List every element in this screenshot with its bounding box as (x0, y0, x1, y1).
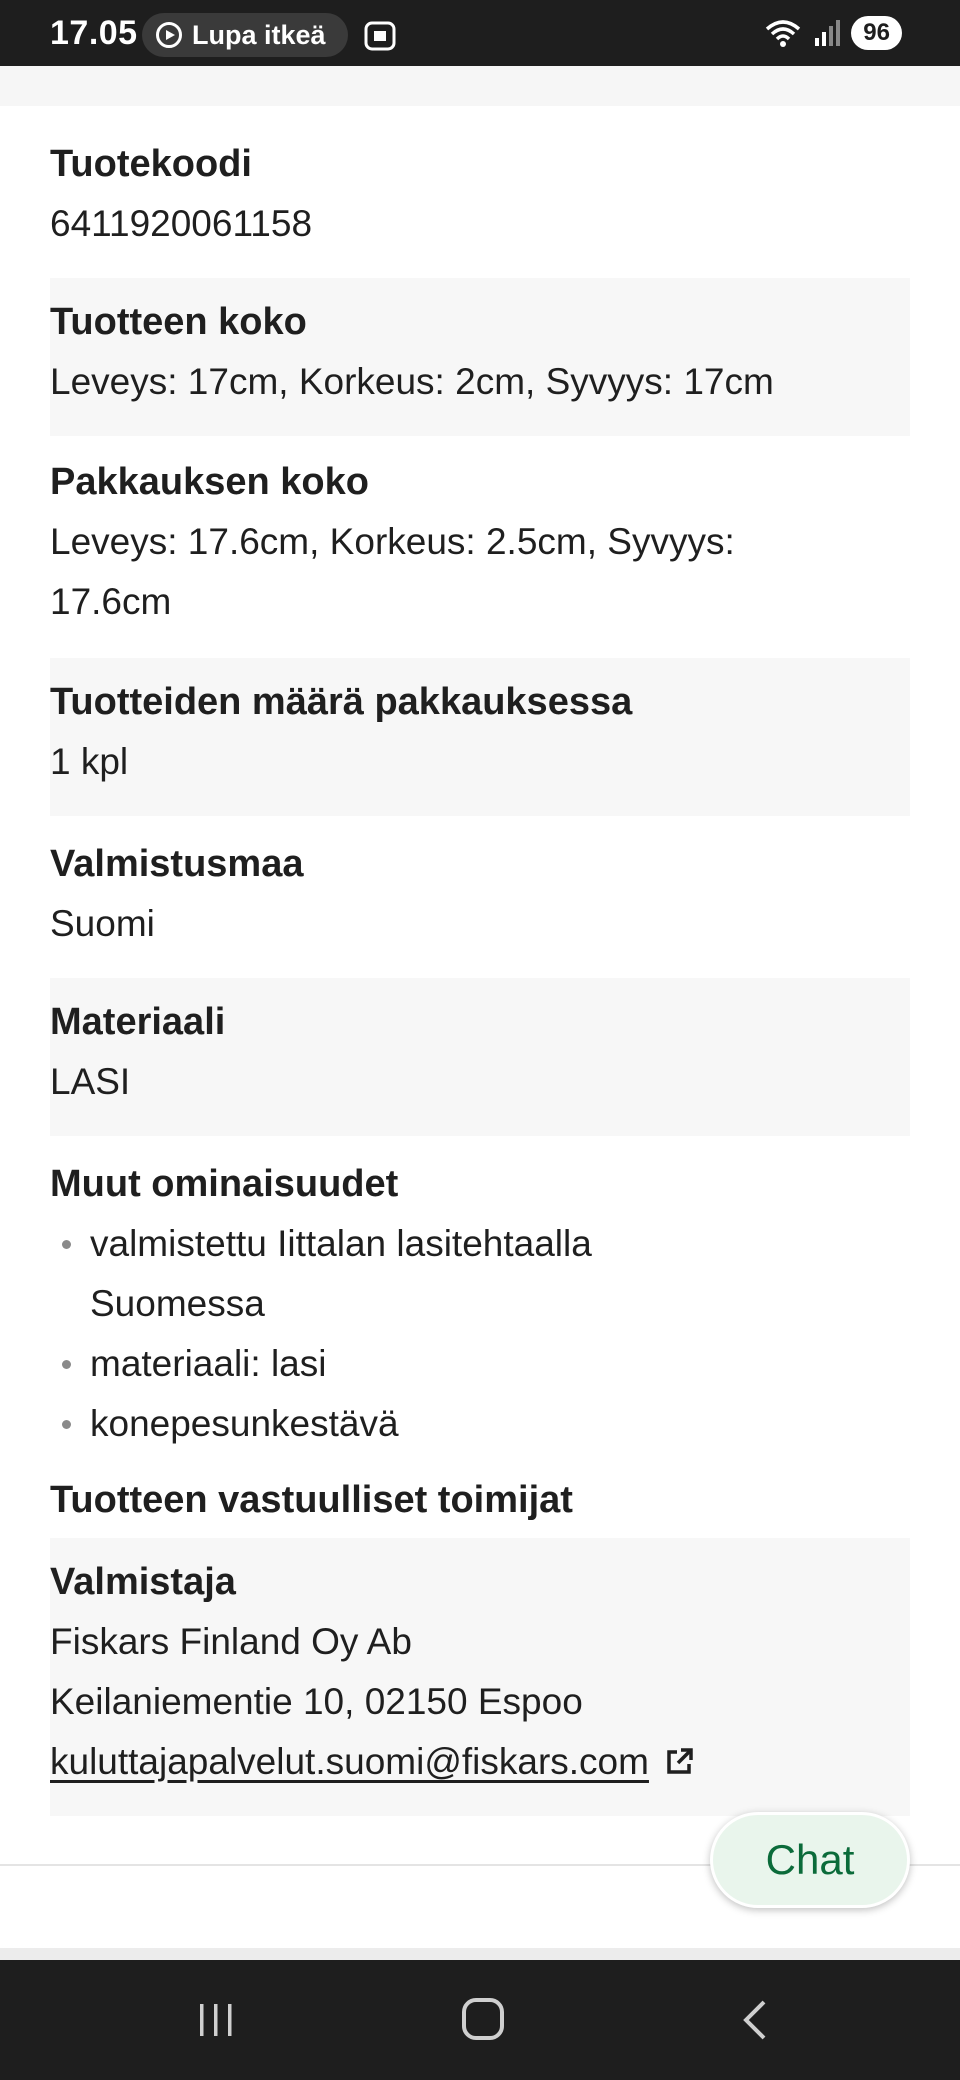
status-bar: 17.05 Lupa itkeä 96 (0, 0, 960, 66)
signal-icon (815, 20, 841, 46)
manufacturer-company: Fiskars Finland Oy Ab (50, 1621, 412, 1662)
manufacturer-role: Valmistaja (50, 1561, 236, 1603)
detail-label: Muut ominaisuudet (50, 1163, 399, 1205)
detail-label: Tuotteen koko (50, 301, 307, 343)
notification-pill-label: Lupa itkeä (192, 19, 326, 50)
detail-other-features: Muut ominaisuudet valmistettu Iittalan l… (50, 1154, 910, 1454)
detail-value-cont: 17.6cm (50, 581, 172, 622)
detail-product-size: Tuotteen koko Leveys: 17cm, Korkeus: 2cm… (50, 278, 910, 436)
list-item: konepesunkestävä (50, 1394, 910, 1454)
back-icon[interactable] (738, 1998, 770, 2042)
manufacturer-address: Keilaniementie 10, 02150 Espoo (50, 1681, 583, 1722)
page-top-strip (0, 66, 960, 106)
chat-button[interactable]: Chat (710, 1812, 910, 1908)
wifi-icon (766, 20, 801, 47)
battery-level: 96 (851, 16, 902, 50)
detail-label: Tuotekoodi (50, 143, 252, 185)
status-icons: 96 (763, 16, 902, 50)
list-item: materiaali: lasi (50, 1334, 910, 1394)
detail-value: LASI (50, 1061, 131, 1102)
detail-package-size: Pakkauksen koko Leveys: 17.6cm, Korkeus:… (50, 452, 910, 652)
screenshot-icon (364, 21, 396, 51)
responsible-heading-wrap: Tuotteen vastuulliset toimijat (50, 1470, 910, 1530)
list-item: valmistettu Iittalan lasitehtaalla Suome… (50, 1214, 910, 1334)
detail-value: Leveys: 17cm, Korkeus: 2cm, Syvyys: 17cm (50, 361, 774, 402)
detail-quantity: Tuotteiden määrä pakkauksessa 1 kpl (50, 658, 910, 816)
recents-icon[interactable] (196, 2002, 236, 2038)
responsible-heading: Tuotteen vastuulliset toimijat (50, 1479, 573, 1521)
detail-label: Tuotteiden määrä pakkauksessa (50, 681, 633, 723)
feature-text: valmistettu Iittalan lasitehtaalla (90, 1223, 592, 1264)
detail-product-code: Tuotekoodi 6411920061158 (50, 134, 910, 264)
detail-value: 1 kpl (50, 741, 129, 782)
feature-list: valmistettu Iittalan lasitehtaalla Suome… (50, 1214, 910, 1454)
home-icon[interactable] (462, 1998, 504, 2040)
manufacturer-email-row: kuluttajapalvelut.suomi@fiskars.com (50, 1732, 910, 1792)
navigation-bar (0, 1960, 960, 2080)
play-circle-icon (156, 22, 182, 48)
manufacturer-card: Valmistaja Fiskars Finland Oy Ab Keilani… (50, 1538, 910, 1816)
feature-text-cont: Suomessa (90, 1283, 265, 1324)
detail-material: Materiaali LASI (50, 978, 910, 1136)
detail-country: Valmistusmaa Suomi (50, 834, 910, 964)
detail-value: 6411920061158 (50, 203, 313, 244)
detail-label: Valmistusmaa (50, 843, 304, 885)
page-bottom-strip (0, 1948, 960, 1960)
manufacturer-email-link[interactable]: kuluttajapalvelut.suomi@fiskars.com (50, 1741, 649, 1782)
detail-label: Pakkauksen koko (50, 461, 369, 503)
status-time: 17.05 (50, 14, 138, 52)
detail-value: Suomi (50, 903, 155, 944)
detail-value: Leveys: 17.6cm, Korkeus: 2.5cm, Syvyys: (50, 521, 735, 562)
detail-label: Materiaali (50, 1001, 226, 1043)
notification-pill[interactable]: Lupa itkeä (142, 13, 348, 57)
external-link-icon[interactable] (663, 1746, 695, 1778)
